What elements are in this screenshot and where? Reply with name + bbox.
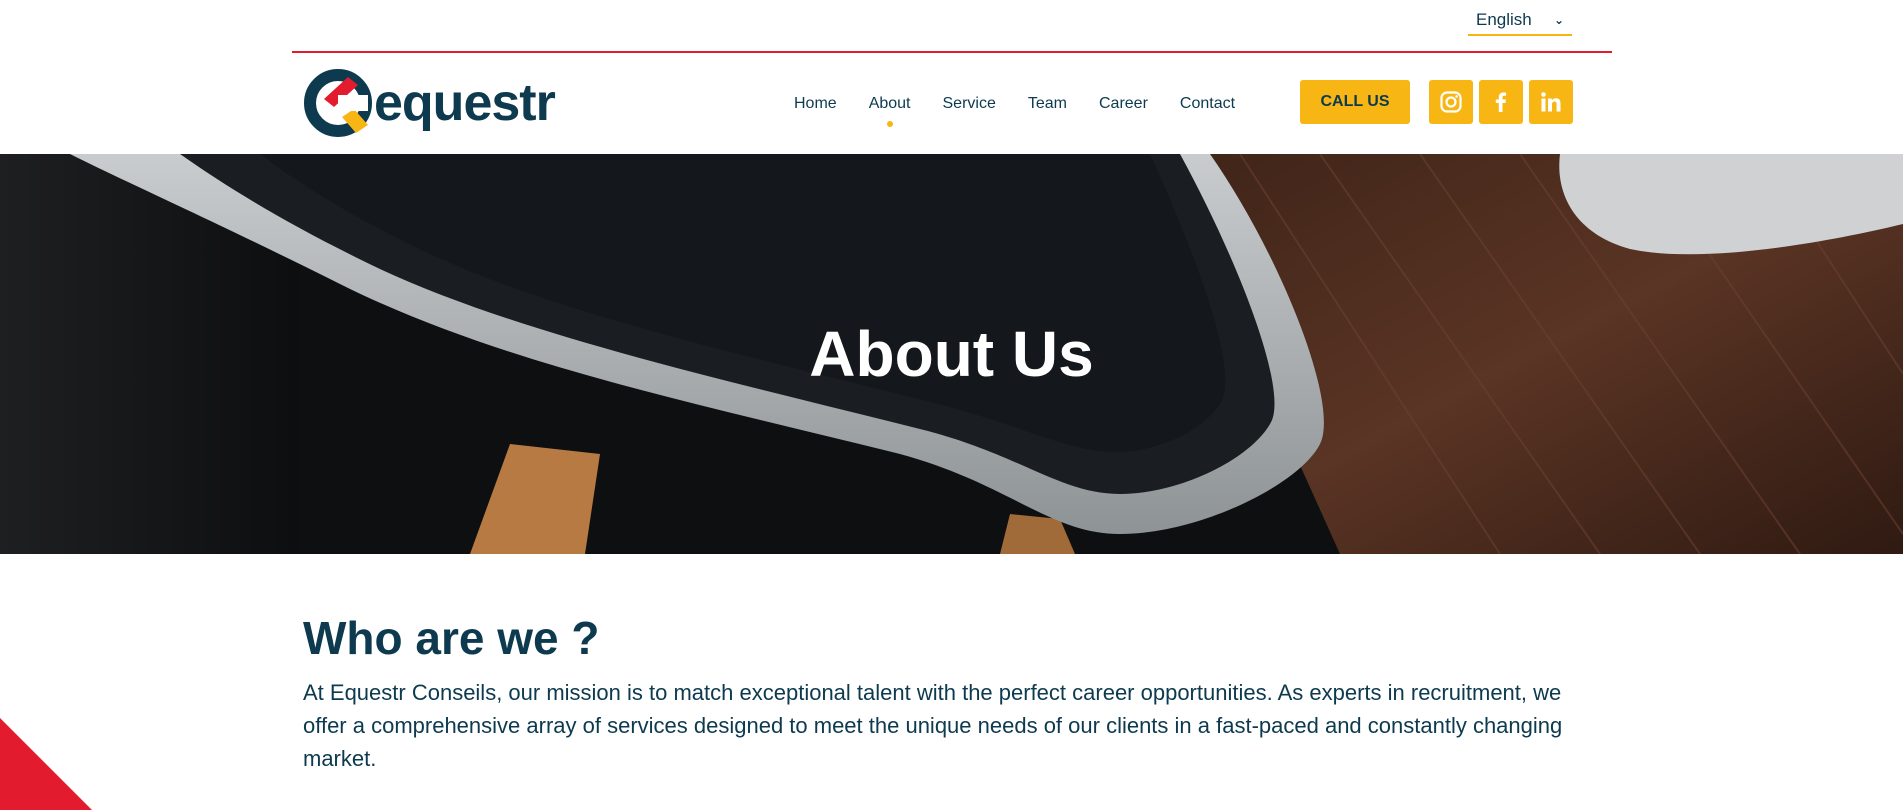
- linkedin-button[interactable]: [1529, 80, 1573, 124]
- section-heading: Who are we ?: [303, 612, 600, 664]
- chevron-down-icon: ⌄: [1553, 13, 1564, 27]
- facebook-icon: [1495, 92, 1507, 112]
- instagram-icon: [1440, 91, 1462, 113]
- nav-item-home[interactable]: Home: [794, 95, 837, 113]
- nav-item-career[interactable]: Career: [1099, 95, 1148, 113]
- nav-item-contact[interactable]: Contact: [1180, 95, 1235, 113]
- nav-item-team[interactable]: Team: [1028, 95, 1067, 113]
- main-nav: Home About Service Team Career Contact: [794, 53, 1235, 154]
- nav-item-about[interactable]: About: [869, 95, 911, 127]
- call-us-button[interactable]: CALL US: [1300, 80, 1410, 124]
- utility-bar: English ⌄: [0, 0, 1903, 53]
- hero-banner: About Us: [0, 154, 1903, 554]
- hero-title: About Us: [809, 318, 1094, 390]
- section-body-text: At Equestr Conseils, our mission is to m…: [303, 680, 1563, 771]
- logo-wordmark: equestr: [374, 74, 556, 132]
- about-section: Who are we ? At Equestr Conseils, our mi…: [303, 610, 1573, 775]
- instagram-button[interactable]: [1429, 80, 1473, 124]
- linkedin-icon: [1541, 92, 1561, 112]
- language-select[interactable]: English ⌄: [1468, 6, 1572, 36]
- decorative-corner-triangle: [0, 718, 92, 810]
- logo-mark-icon: [304, 69, 372, 137]
- language-select-value: English: [1476, 10, 1532, 29]
- nav-item-service[interactable]: Service: [943, 95, 996, 113]
- facebook-button[interactable]: [1479, 80, 1523, 124]
- site-logo[interactable]: equestr: [302, 65, 556, 141]
- site-header: equestr Home About Service Team Career C…: [0, 53, 1903, 154]
- page: English ⌄ equestr Home About Service Tea…: [0, 0, 1903, 810]
